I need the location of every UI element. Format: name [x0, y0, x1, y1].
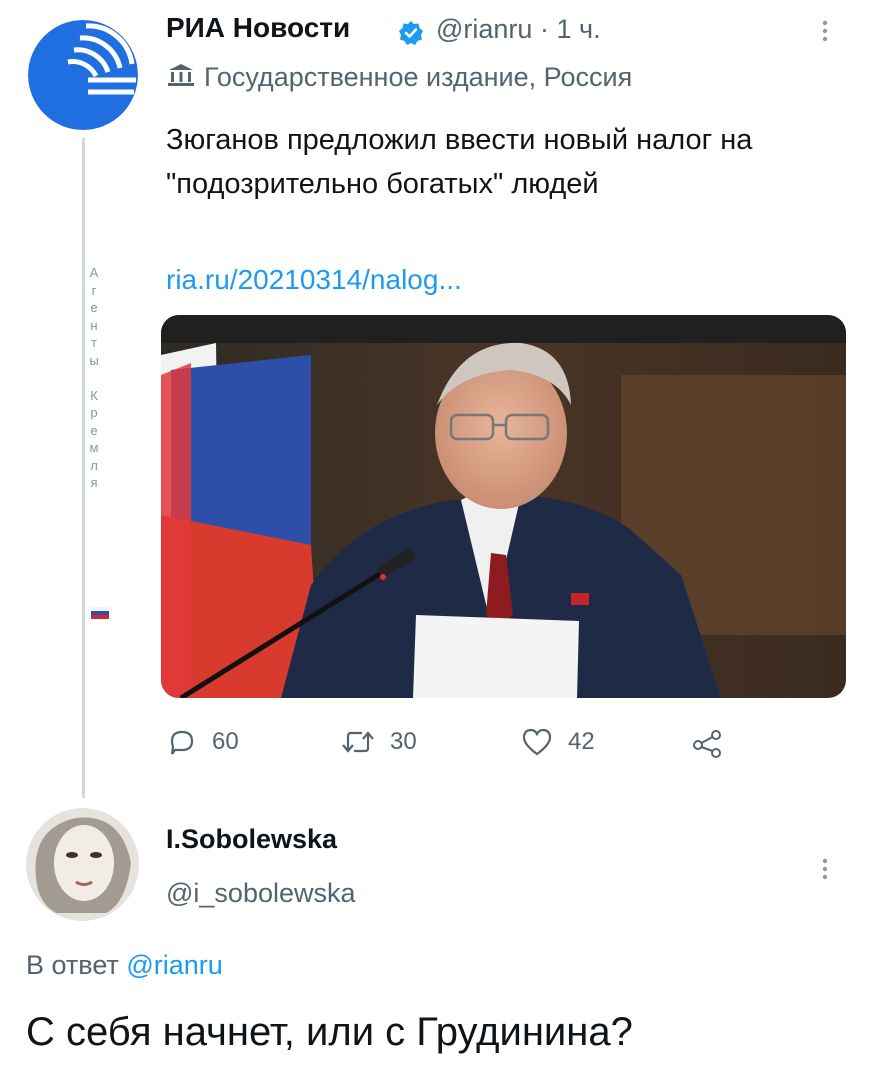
avatar[interactable] — [26, 808, 139, 921]
share-icon — [693, 730, 721, 758]
reply-author-handle[interactable]: @i_sobolewska — [166, 878, 356, 909]
government-building-icon — [166, 62, 196, 95]
sidebar-overlay-text: А г е н т ы К р е м л я — [89, 265, 99, 490]
author-handle-line: @rianru · 1 ч. — [436, 14, 601, 45]
like-count: 42 — [568, 728, 595, 755]
like-icon — [522, 728, 552, 756]
reply-text: С себя начнет, или с Грудинина? — [26, 1010, 633, 1054]
account-label-text: Государственное издание, Россия — [204, 62, 633, 92]
more-icon[interactable] — [818, 18, 832, 53]
reply-icon — [170, 730, 194, 755]
reply-prefix: В ответ — [26, 950, 119, 980]
reply-count: 60 — [212, 728, 239, 755]
account-label[interactable]: Государственное издание, Россия — [166, 62, 632, 95]
separator-dot: · — [539, 14, 549, 44]
more-icon[interactable] — [818, 856, 832, 891]
reply-author-name[interactable]: I.Sobolewska — [166, 824, 337, 855]
author-handle[interactable]: @rianru — [436, 14, 532, 44]
share-action[interactable] — [690, 726, 724, 758]
retweet-count: 30 — [390, 728, 417, 755]
article-link[interactable]: ria.ru/20210314/nalog... — [166, 264, 462, 296]
tweet-photo[interactable] — [161, 315, 846, 698]
russia-flag-icon — [91, 606, 109, 619]
reply-action[interactable]: 60 — [166, 726, 239, 758]
author-name[interactable]: РИА Новости — [166, 12, 350, 44]
reply-mention[interactable]: @rianru — [126, 950, 222, 980]
tweet-text: Зюганов предложил ввести новый налог на … — [166, 124, 753, 200]
retweet-icon — [342, 731, 374, 753]
retweet-action[interactable]: 30 — [340, 726, 417, 758]
tweet-time[interactable]: 1 ч. — [556, 14, 600, 44]
thread-line — [82, 138, 85, 798]
like-action[interactable]: 42 — [520, 726, 595, 758]
ria-logo-icon[interactable] — [28, 20, 138, 130]
reply-context: В ответ @rianru — [26, 950, 223, 981]
verified-badge-icon — [398, 20, 424, 46]
